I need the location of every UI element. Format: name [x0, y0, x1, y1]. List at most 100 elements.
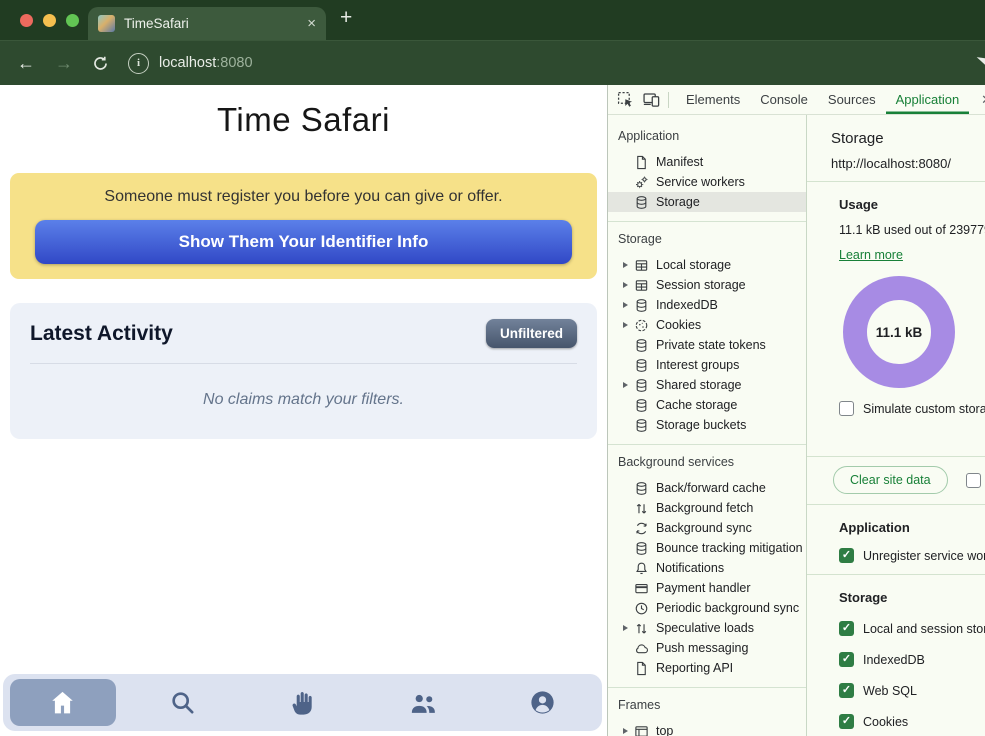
- browser-window: TimeSafari × + ← → i localhost:8080 Time…: [0, 0, 985, 736]
- zoom-window-icon[interactable]: [66, 14, 79, 27]
- file-icon: [634, 661, 649, 676]
- tree-item-back-forward-cache[interactable]: Back/forward cache: [608, 478, 806, 498]
- tree-item-bounce-tracking-mitigation[interactable]: Bounce tracking mitigation: [608, 538, 806, 558]
- tree-item-notifications[interactable]: Notifications: [608, 558, 806, 578]
- card-icon: [634, 581, 649, 596]
- tab-close-icon[interactable]: ×: [307, 16, 316, 31]
- device-toolbar-icon[interactable]: [643, 91, 660, 108]
- unregister-checkbox[interactable]: [839, 548, 854, 563]
- storage-detail-panel: Storage http://localhost:8080/ Usage 11.…: [807, 115, 985, 736]
- nav-offers[interactable]: [243, 674, 363, 731]
- sync-icon: [634, 521, 649, 536]
- activity-heading: Latest Activity: [30, 322, 173, 346]
- tab-title: TimeSafari: [124, 16, 307, 31]
- cloud-icon: [634, 641, 649, 656]
- section-header: Application: [608, 119, 806, 152]
- tree-item-push-messaging[interactable]: Push messaging: [608, 638, 806, 658]
- show-identifier-info-button[interactable]: Show Them Your Identifier Info: [35, 220, 572, 264]
- tree-item-storage[interactable]: Storage: [608, 192, 806, 212]
- tree-item-background-sync[interactable]: Background sync: [608, 518, 806, 538]
- active-nav-pill: [10, 679, 116, 726]
- usage-donut-chart: 11.1 kB: [843, 276, 955, 388]
- nav-profile[interactable]: [482, 674, 602, 731]
- expander-icon[interactable]: [623, 262, 634, 268]
- database-icon: [634, 195, 649, 210]
- expander-icon[interactable]: [623, 322, 634, 328]
- site-info-icon[interactable]: i: [128, 53, 149, 74]
- tree-item-manifest[interactable]: Manifest: [608, 152, 806, 172]
- tab-application[interactable]: Application: [886, 85, 970, 114]
- reload-button[interactable]: [88, 55, 112, 72]
- tab-console[interactable]: Console: [750, 85, 818, 114]
- learn-more-link[interactable]: Learn more: [839, 248, 903, 262]
- tree-item-speculative-loads[interactable]: Speculative loads: [608, 618, 806, 638]
- tree-item-cookies[interactable]: Cookies: [608, 315, 806, 335]
- inspect-element-icon[interactable]: [617, 91, 634, 108]
- section-header: Storage: [608, 222, 806, 255]
- tree-item-cache-storage[interactable]: Cache storage: [608, 395, 806, 415]
- web-page: Time Safari Someone must register you be…: [0, 85, 607, 736]
- tree-item-interest-groups[interactable]: Interest groups: [608, 355, 806, 375]
- unfiltered-button[interactable]: Unfiltered: [486, 319, 577, 348]
- tab-favicon-icon: [98, 15, 115, 32]
- tree-item-top-frame[interactable]: top: [608, 721, 806, 736]
- browser-tab-bar: TimeSafari × +: [0, 0, 985, 40]
- tree-item-service-workers[interactable]: Service workers: [608, 172, 806, 192]
- latest-activity-card: Latest Activity Unfiltered No claims mat…: [10, 303, 597, 439]
- tree-item-background-fetch[interactable]: Background fetch: [608, 498, 806, 518]
- simulate-label: Simulate custom stora: [863, 402, 985, 416]
- web-sql-checkbox[interactable]: [839, 683, 854, 698]
- browser-tab[interactable]: TimeSafari ×: [88, 7, 326, 40]
- database-icon: [634, 298, 649, 313]
- address-bar[interactable]: i localhost:8080: [128, 53, 253, 74]
- devtools-close-icon[interactable]: ✕: [981, 92, 985, 108]
- tree-item-private-state-tokens[interactable]: Private state tokens: [608, 335, 806, 355]
- tree-item-reporting-api[interactable]: Reporting API: [608, 658, 806, 678]
- panel-title: Storage: [831, 130, 985, 147]
- alert-message: Someone must register you before you can…: [22, 188, 585, 206]
- indexeddb-checkbox[interactable]: [839, 652, 854, 667]
- tree-item-session-storage[interactable]: Session storage: [608, 275, 806, 295]
- forward-button[interactable]: →: [52, 53, 76, 74]
- expander-icon[interactable]: [623, 625, 634, 631]
- expander-icon[interactable]: [623, 382, 634, 388]
- include-third-party-checkbox[interactable]: [966, 473, 981, 488]
- expander-icon[interactable]: [623, 728, 634, 734]
- registration-alert: Someone must register you before you can…: [10, 173, 597, 279]
- minimize-window-icon[interactable]: [43, 14, 56, 27]
- cookies-checkbox[interactable]: [839, 714, 854, 729]
- url-port: :8080: [216, 55, 252, 71]
- panel-origin: http://localhost:8080/: [831, 156, 985, 171]
- expander-icon[interactable]: [623, 282, 634, 288]
- unregister-label: Unregister service wor: [863, 549, 985, 563]
- section-header: Background services: [608, 445, 806, 478]
- clear-site-data-button[interactable]: Clear site data: [833, 466, 948, 494]
- tab-elements[interactable]: Elements: [676, 85, 750, 114]
- database-icon: [634, 541, 649, 556]
- tree-item-local-storage[interactable]: Local storage: [608, 255, 806, 275]
- nav-search[interactable]: [123, 674, 243, 731]
- unregister-service-workers-option: Unregister service wor: [807, 548, 985, 563]
- new-tab-button[interactable]: +: [340, 6, 352, 30]
- tree-item-payment-handler[interactable]: Payment handler: [608, 578, 806, 598]
- tree-section-application: Application Manifest Service workers: [608, 119, 806, 222]
- devtools-panel: Elements Console Sources Application ✕ A…: [607, 85, 985, 736]
- clear-site-data-row: Clear site data in: [807, 466, 985, 494]
- url-host: localhost: [159, 55, 216, 71]
- tree-item-storage-buckets[interactable]: Storage buckets: [608, 415, 806, 435]
- tree-item-shared-storage[interactable]: Shared storage: [608, 375, 806, 395]
- expander-icon[interactable]: [623, 302, 634, 308]
- local-session-checkbox[interactable]: [839, 621, 854, 636]
- application-sidebar-tree: Application Manifest Service workers: [608, 115, 807, 736]
- nav-contacts[interactable]: [362, 674, 482, 731]
- tree-item-indexeddb[interactable]: IndexedDB: [608, 295, 806, 315]
- database-icon: [634, 378, 649, 393]
- tree-item-periodic-background-sync[interactable]: Periodic background sync: [608, 598, 806, 618]
- clock-icon: [634, 601, 649, 616]
- simulate-checkbox[interactable]: [839, 401, 854, 416]
- tab-sources[interactable]: Sources: [818, 85, 886, 114]
- tree-section-frames: Frames top: [608, 688, 806, 736]
- close-window-icon[interactable]: [20, 14, 33, 27]
- nav-home[interactable]: [3, 674, 123, 731]
- back-button[interactable]: ←: [14, 53, 38, 74]
